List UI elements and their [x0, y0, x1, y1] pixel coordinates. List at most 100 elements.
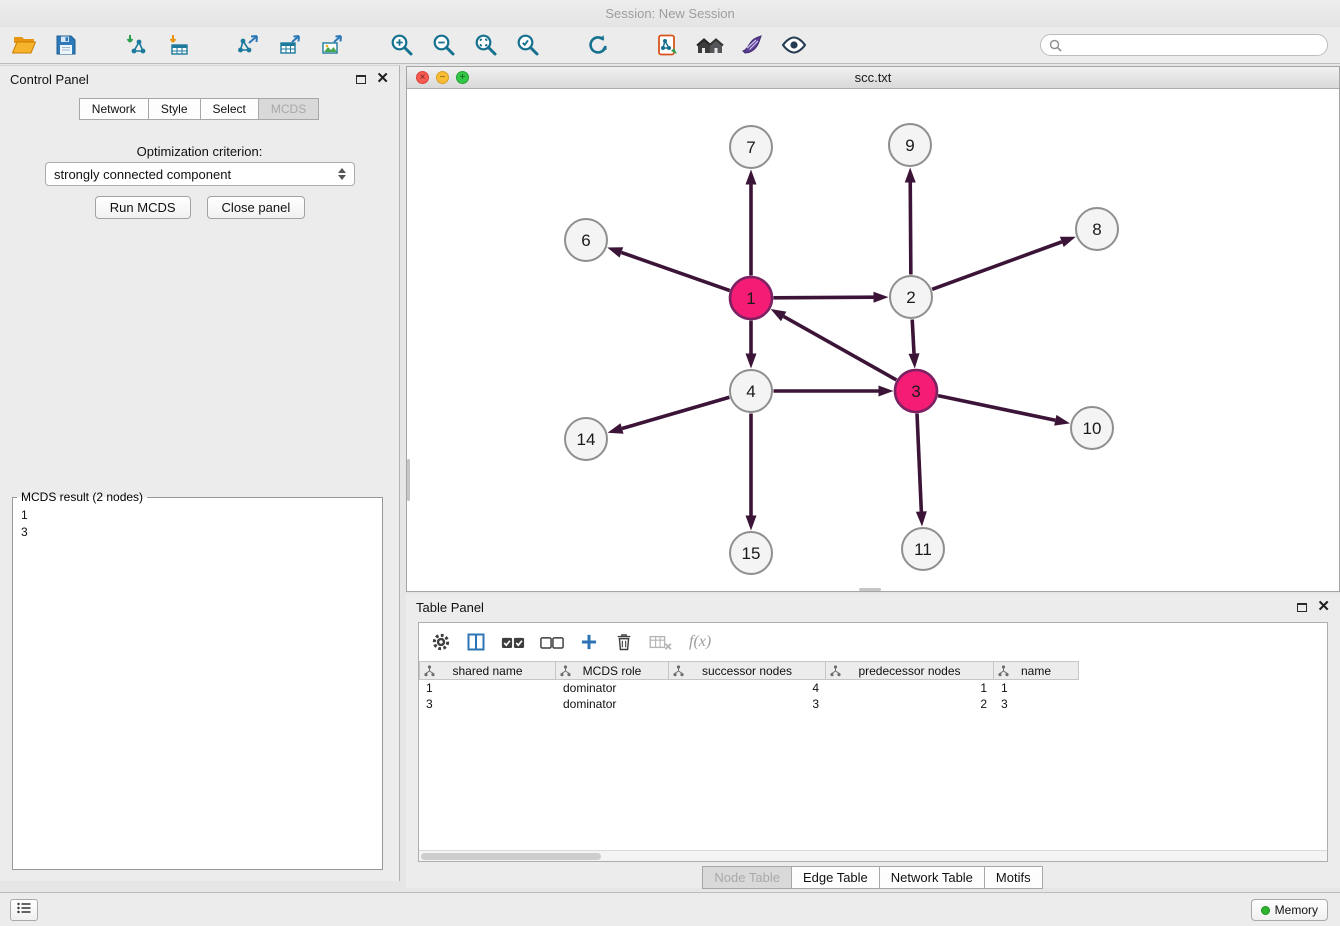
float-table-panel-icon[interactable]: [1297, 603, 1307, 612]
search-icon: [1049, 39, 1062, 52]
export-table-button[interactable]: [276, 30, 304, 60]
column-header-successor-nodes[interactable]: successor nodes: [669, 661, 826, 680]
network-canvas[interactable]: 7968124314101511: [407, 89, 1339, 591]
close-panel-button[interactable]: Close panel: [207, 196, 306, 219]
graph-edge-3-11[interactable]: [917, 413, 921, 511]
optimization-criterion-select[interactable]: strongly connected component: [45, 162, 355, 186]
window-titlebar: Session: New Session: [0, 0, 1340, 27]
table-tab-edge-table[interactable]: Edge Table: [791, 866, 880, 889]
refresh-view-button[interactable]: [584, 30, 612, 60]
vertical-scrollbar[interactable]: [407, 459, 410, 501]
table-cell-predecessor-nodes: 1: [826, 680, 994, 696]
graph-edge-1-2[interactable]: [773, 297, 873, 298]
column-header-shared-name[interactable]: shared name: [419, 661, 556, 680]
table-header-row: shared name MCDS rolesuccessor nodesprede…: [419, 661, 1327, 680]
memory-button[interactable]: Memory: [1251, 899, 1328, 921]
graph-node-label-8: 8: [1092, 220, 1101, 239]
open-session-button[interactable]: [10, 30, 38, 60]
export-image-icon: [320, 33, 344, 57]
graph-node-label-3: 3: [911, 382, 920, 401]
table-tab-motifs[interactable]: Motifs: [984, 866, 1043, 889]
control-panel-close-icon[interactable]: ✕: [376, 73, 389, 85]
close-window-button[interactable]: ×: [416, 71, 429, 84]
search-input[interactable]: [1067, 36, 1327, 54]
tab-mcds[interactable]: MCDS: [258, 98, 319, 120]
network-window-titlebar: × − + scc.txt: [407, 67, 1339, 89]
column-header-label: shared name: [452, 664, 522, 678]
import-table-from-file-button[interactable]: [164, 30, 192, 60]
graph-edge-3-10[interactable]: [938, 396, 1055, 421]
graph-edge-4-14[interactable]: [622, 397, 729, 428]
zoom-out-button[interactable]: [430, 30, 458, 60]
unselect-all-columns-button[interactable]: [540, 634, 564, 651]
network-window-title: scc.txt: [855, 70, 892, 85]
graph-edge-arrowhead: [607, 247, 623, 257]
optimization-criterion-label: Optimization criterion:: [0, 144, 399, 159]
graph-node-label-1: 1: [746, 289, 755, 308]
select-all-columns-button[interactable]: [501, 634, 525, 651]
table-row[interactable]: 3dominator323: [419, 696, 1327, 712]
network-overview-button[interactable]: [654, 30, 682, 60]
zoom-in-icon: [390, 33, 414, 57]
table-row[interactable]: 1dominator411: [419, 680, 1327, 696]
table-cell-mcds-role: dominator: [556, 680, 669, 696]
delete-table-button[interactable]: [649, 633, 673, 651]
run-mcds-button[interactable]: Run MCDS: [95, 196, 191, 219]
table-panel: Table Panel ✕ f(x) shared nameMCDS roles…: [406, 594, 1340, 888]
zoom-selected-button[interactable]: [514, 30, 542, 60]
tab-network[interactable]: Network: [79, 98, 149, 120]
import-network-from-file-button[interactable]: [122, 30, 150, 60]
add-column-button[interactable]: [579, 632, 599, 652]
home-button[interactable]: [696, 30, 724, 60]
minimize-window-button[interactable]: −: [436, 71, 449, 84]
table-cell-predecessor-nodes: 2: [826, 696, 994, 712]
table-horizontal-scrollbar[interactable]: [419, 850, 1327, 861]
delete-column-icon: [614, 632, 634, 652]
graph-edge-2-3[interactable]: [912, 319, 914, 353]
network-overview-icon: [656, 33, 680, 57]
export-network-button[interactable]: [234, 30, 262, 60]
tab-select[interactable]: Select: [200, 98, 259, 120]
zoom-out-icon: [432, 33, 456, 57]
graph-node-label-15: 15: [742, 544, 761, 563]
graph-edge-3-1[interactable]: [784, 316, 897, 380]
export-image-button[interactable]: [318, 30, 346, 60]
table-tab-network-table[interactable]: Network Table: [879, 866, 985, 889]
tab-style[interactable]: Style: [148, 98, 201, 120]
table-toolbar: f(x): [419, 623, 1327, 661]
column-header-name[interactable]: name: [994, 661, 1079, 680]
table-cell-successor-nodes: 3: [669, 696, 826, 712]
status-bar: Memory: [0, 892, 1340, 926]
show-graphics-details-button[interactable]: [780, 30, 808, 60]
function-builder-button[interactable]: f(x): [689, 633, 711, 651]
mcds-result-title: MCDS result (2 nodes): [17, 490, 147, 504]
memory-button-label: Memory: [1275, 903, 1318, 917]
zoom-in-button[interactable]: [388, 30, 416, 60]
graph-edge-arrowhead: [746, 170, 757, 185]
horizontal-scrollbar[interactable]: [859, 588, 881, 591]
delete-table-icon: [649, 633, 673, 651]
save-session-button[interactable]: [52, 30, 80, 60]
graph-edge-2-8[interactable]: [932, 242, 1062, 289]
zoom-fit-button[interactable]: [472, 30, 500, 60]
column-header-predecessor-nodes[interactable]: predecessor nodes: [826, 661, 994, 680]
import-network-from-file-icon: [124, 33, 148, 57]
show-hide-columns-button[interactable]: [466, 632, 486, 652]
column-header-mcds-role[interactable]: MCDS role: [556, 661, 669, 680]
mcds-result-line: 1: [21, 507, 374, 524]
float-panel-icon[interactable]: [356, 75, 366, 84]
search-box[interactable]: [1040, 34, 1328, 56]
network-graph[interactable]: 7968124314101511: [407, 89, 1339, 591]
table-panel-close-icon[interactable]: ✕: [1317, 601, 1330, 613]
table-tab-node-table[interactable]: Node Table: [702, 866, 792, 889]
column-type-icon: [424, 665, 435, 680]
apply-style-button[interactable]: [738, 30, 766, 60]
select-all-columns-icon: [501, 634, 525, 651]
task-history-button[interactable]: [10, 899, 38, 921]
zoom-window-button[interactable]: +: [456, 71, 469, 84]
delete-column-button[interactable]: [614, 632, 634, 652]
table-mode-gear-button[interactable]: [431, 632, 451, 652]
memory-status-icon: [1261, 906, 1270, 915]
graph-edge-1-6[interactable]: [621, 252, 729, 290]
graph-edge-2-9[interactable]: [910, 182, 911, 274]
